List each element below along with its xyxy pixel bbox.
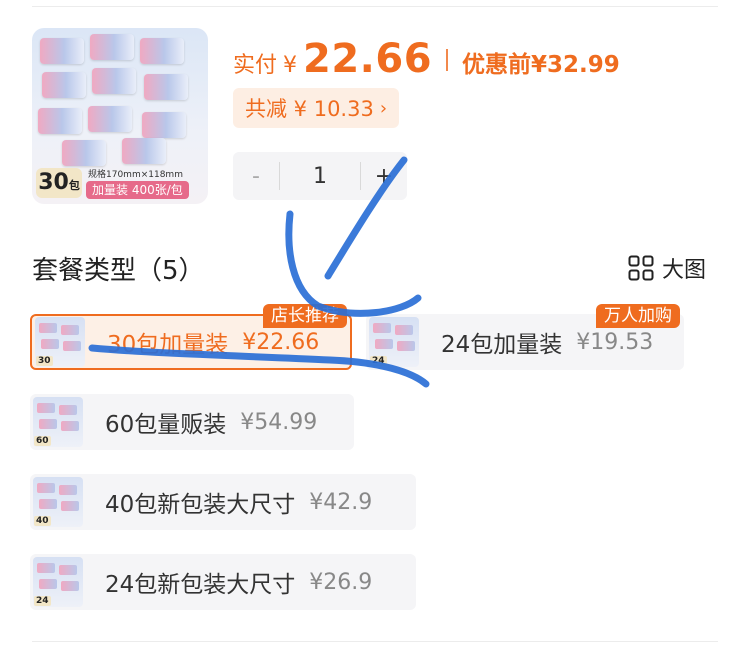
tissue-pack-image	[140, 38, 184, 64]
package-option-60[interactable]: 60 60包量贩装 ¥54.99	[30, 394, 354, 450]
tissue-pack-image	[90, 34, 134, 60]
option-thumbnail: 24	[33, 557, 83, 607]
option-thumbnail: 40	[33, 477, 83, 527]
option-name: 40包新包装大尺寸	[105, 492, 296, 518]
discount-label: 共减 ¥ 10.33	[245, 97, 374, 121]
top-divider	[32, 6, 718, 7]
option-price: ¥19.53	[576, 329, 654, 355]
discount-detail-button[interactable]: 共减 ¥ 10.33 ›	[233, 88, 400, 128]
increase-button[interactable]: +	[361, 164, 407, 189]
option-badge: 万人加购	[596, 304, 680, 328]
variant-tag: 加量装 400张/包	[86, 181, 189, 199]
tissue-pack-image	[62, 140, 106, 166]
tissue-pack-image	[144, 74, 188, 100]
option-name: 60包量贩装	[105, 412, 227, 438]
option-price: ¥42.9	[309, 489, 373, 515]
option-price: ¥22.66	[242, 329, 320, 355]
option-name: 24包加量装	[441, 332, 563, 358]
decrease-button[interactable]: -	[233, 164, 279, 189]
option-price: ¥54.99	[240, 409, 318, 435]
currency-symbol: ¥	[283, 53, 298, 78]
tissue-pack-image	[142, 112, 186, 138]
price-row: 实付 ¥ 22.66 优惠前¥32.99	[233, 36, 620, 84]
pay-amount: 22.66	[303, 36, 433, 82]
option-thumbnail: 30	[35, 317, 85, 367]
package-option-24-new[interactable]: 24 24包新包装大尺寸 ¥26.9	[30, 554, 416, 610]
option-price: ¥26.9	[309, 569, 373, 595]
spec-text: 规格170mm×118mm	[88, 170, 183, 180]
option-thumbnail: 24	[369, 317, 419, 367]
quantity-stepper: - 1 +	[233, 152, 407, 200]
quantity-value[interactable]: 1	[280, 164, 360, 189]
product-image[interactable]: 30包 规格170mm×118mm 加量装 400张/包	[32, 28, 208, 204]
grid-icon	[628, 255, 654, 281]
chevron-right-icon: ›	[379, 97, 388, 119]
option-name: 30包加量装	[107, 332, 229, 358]
tissue-pack-image	[92, 68, 136, 94]
option-name: 24包新包装大尺寸	[105, 572, 296, 598]
bottom-divider	[32, 641, 718, 642]
arrow-head-stroke	[285, 210, 422, 317]
option-thumbnail: 60	[33, 397, 83, 447]
option-badge: 店长推荐	[263, 304, 347, 328]
tissue-pack-image	[122, 138, 166, 164]
pack-count-badge: 30包	[36, 168, 82, 198]
tissue-pack-image	[38, 108, 82, 134]
package-type-title: 套餐类型（5）	[32, 256, 205, 286]
package-option-40-new[interactable]: 40 40包新包装大尺寸 ¥42.9	[30, 474, 416, 530]
tissue-pack-image	[42, 72, 86, 98]
original-price: 优惠前¥32.99	[462, 52, 620, 78]
price-divider	[446, 49, 449, 71]
large-image-toggle[interactable]: 大图	[628, 252, 706, 284]
tissue-pack-image	[40, 38, 84, 64]
tissue-pack-image	[88, 106, 132, 132]
pay-label: 实付	[233, 53, 278, 78]
large-image-label: 大图	[662, 258, 707, 283]
